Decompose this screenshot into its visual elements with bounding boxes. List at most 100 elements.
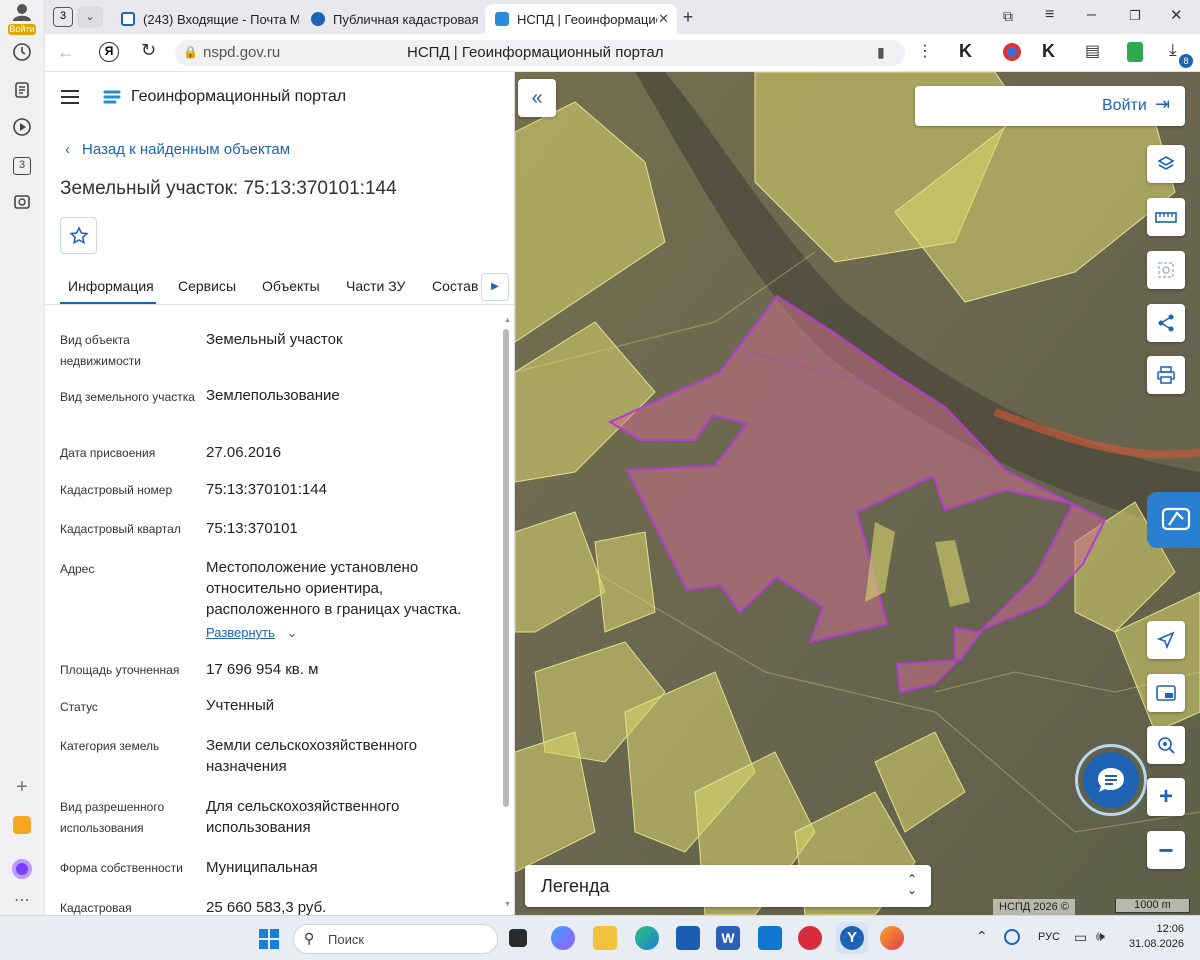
menu-icon[interactable]: ≡ <box>1045 6 1054 24</box>
tab-count-button[interactable]: 3 <box>53 7 73 27</box>
field-label: Форма собственности <box>60 861 183 875</box>
copilot-icon[interactable] <box>551 926 575 950</box>
tab-services[interactable]: Сервисы <box>178 278 236 294</box>
zoom-out-button[interactable]: − <box>1147 831 1185 869</box>
zoom-in-button[interactable]: + <box>1147 778 1185 816</box>
play-icon[interactable] <box>11 117 33 139</box>
scrollbar-thumb[interactable] <box>503 329 509 807</box>
display-icon[interactable]: ▭ <box>1074 929 1087 946</box>
word-icon[interactable]: W <box>716 926 740 950</box>
favorite-button[interactable] <box>60 217 97 254</box>
close-window-icon[interactable]: ✕ <box>1170 6 1183 24</box>
file-explorer-icon[interactable] <box>593 926 617 950</box>
map-view[interactable]: « Войти ⇥ + − Легенда ⌃ ⌄ НСПД 2026 © 10… <box>515 72 1200 915</box>
portal-title[interactable]: Геоинформационный портал <box>131 88 346 106</box>
legend-dropdown[interactable]: Легенда ⌃ ⌄ <box>525 865 931 907</box>
task-view-icon[interactable] <box>509 929 527 947</box>
geolocate-button[interactable] <box>1147 621 1185 659</box>
tab-nspd[interactable]: НСПД | Геоинформационный ✕ <box>485 4 677 34</box>
layers-button[interactable] <box>1147 145 1185 183</box>
mail-app-icon[interactable] <box>11 814 33 836</box>
taskbar-search[interactable]: ⚲ Поиск <box>293 924 498 954</box>
url-field[interactable]: 🔒 nspd.gov.ru НСПД | Геоинформационный п… <box>175 40 905 66</box>
browser-sidebar: Войти 3 + ⋯ <box>0 0 45 915</box>
tab-counter-icon[interactable]: 3 <box>11 155 33 177</box>
windows-taskbar: ⚲ Поиск W Y ⌃ РУС ▭ 🕪 12:06 31.08.2026 <box>0 915 1200 960</box>
tab-mail[interactable]: (243) Входящие - Почта Mail <box>111 4 299 34</box>
language-indicator[interactable]: РУС <box>1038 931 1060 943</box>
store-icon[interactable] <box>676 926 700 950</box>
bookmarks-panel-icon[interactable]: ⧉ <box>1003 8 1013 25</box>
back-to-results-link[interactable]: ‹ Назад к найденным объектам <box>65 141 290 158</box>
volume-icon[interactable]: 🕪 <box>1096 928 1105 945</box>
yandex-browser-taskbar-icon[interactable]: Y <box>836 922 868 954</box>
network-vpn-icon[interactable] <box>1004 929 1020 945</box>
more-icon[interactable]: ⋯ <box>11 890 33 912</box>
print-icon <box>1157 366 1175 384</box>
outlook-icon[interactable] <box>758 926 782 950</box>
field-value: Для сельскохозяйственного использования <box>206 798 400 836</box>
downloads-icon[interactable]: ⤓ <box>1169 40 1177 60</box>
star-icon <box>68 225 89 244</box>
reload-icon[interactable]: ↻ <box>141 40 156 61</box>
expand-address-link[interactable]: Развернуть ⌄ <box>206 625 297 641</box>
scale-bar: 1000 m <box>1115 899 1190 913</box>
close-tab-icon[interactable]: ✕ <box>658 11 669 27</box>
print-button[interactable] <box>1147 356 1185 394</box>
hamburger-menu-icon[interactable] <box>61 90 79 104</box>
collections-icon[interactable] <box>11 80 33 102</box>
tab-composition[interactable]: Состав <box>432 278 478 294</box>
field-label: Статус <box>60 700 98 714</box>
field-value: Учтенный <box>206 697 275 714</box>
tab-public-cadastral-map[interactable]: Публичная кадастровая карта <box>301 4 481 34</box>
layers-icon <box>1157 156 1175 170</box>
minimap-button[interactable] <box>1147 674 1185 712</box>
bookmark-icon[interactable]: ▮ <box>877 44 885 61</box>
start-button[interactable] <box>258 928 280 950</box>
alice-icon[interactable] <box>11 858 33 880</box>
tab-objects[interactable]: Объекты <box>262 278 320 294</box>
share-icon <box>1158 314 1174 332</box>
field-label: Категория земель <box>60 739 160 753</box>
feedback-side-tab[interactable] <box>1147 492 1200 548</box>
kebab-menu-icon[interactable]: ⋮ <box>917 41 933 61</box>
extension-k-icon[interactable]: K <box>959 41 972 62</box>
screenshot-icon[interactable] <box>11 192 33 214</box>
restore-icon[interactable]: ❐ <box>1129 8 1141 24</box>
ruler-button[interactable] <box>1147 198 1185 236</box>
new-tab-button[interactable]: + <box>677 6 699 28</box>
map-login-button[interactable]: Войти ⇥ <box>915 86 1185 126</box>
profile-avatar[interactable]: Войти <box>8 3 36 35</box>
yandex-app-icon[interactable] <box>880 926 904 950</box>
media-player-icon[interactable] <box>798 926 822 950</box>
sort-arrows-icon: ⌃ ⌄ <box>907 872 918 897</box>
tray-chevron-icon[interactable]: ⌃ <box>976 928 988 945</box>
panel-scrollbar[interactable]: ▲ ▼ <box>502 317 511 912</box>
chat-assistant-button[interactable] <box>1075 744 1147 816</box>
location-search-icon <box>1158 737 1175 754</box>
field-value: Местоположение установлено относительно … <box>206 559 462 618</box>
extension-target-icon[interactable] <box>1003 43 1021 61</box>
back-nav-icon[interactable]: ← <box>57 42 75 63</box>
tab-information[interactable]: Информация <box>68 278 154 294</box>
edge-icon[interactable] <box>635 926 659 950</box>
clock[interactable]: 12:06 31.08.2026 <box>1128 922 1184 952</box>
minimize-icon[interactable]: – <box>1087 6 1096 24</box>
history-icon[interactable] <box>11 42 33 64</box>
clock-date: 31.08.2026 <box>1128 938 1184 950</box>
extension-green-icon[interactable] <box>1127 42 1143 62</box>
extension-k2-icon[interactable]: K <box>1042 41 1055 62</box>
yandex-logo-icon[interactable]: Я <box>99 42 119 62</box>
search-location-button[interactable] <box>1147 726 1185 764</box>
extension-clipboard-icon[interactable]: ▤ <box>1085 41 1100 61</box>
add-panel-icon[interactable]: + <box>11 776 33 798</box>
windows-logo-icon <box>259 929 279 949</box>
tabs-dropdown-button[interactable]: ⌄ <box>77 6 103 28</box>
tabs-scroll-right-button[interactable]: ▶ <box>481 273 509 301</box>
chevron-left-icon: ‹ <box>65 141 70 158</box>
collapse-panel-button[interactable]: « <box>518 79 556 117</box>
ruler-icon <box>1155 212 1177 223</box>
share-button[interactable] <box>1147 304 1185 342</box>
select-area-button[interactable] <box>1147 251 1185 289</box>
tab-parts[interactable]: Части ЗУ <box>346 278 405 294</box>
